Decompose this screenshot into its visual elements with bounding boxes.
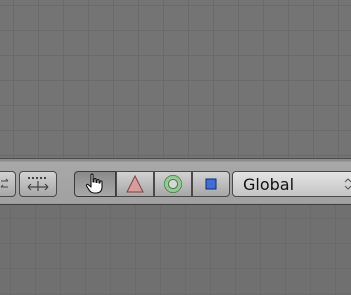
viewport-header: Global: [0, 158, 351, 205]
scale-manipulator-button[interactable]: [192, 171, 230, 197]
chevron-updown-icon: [344, 178, 351, 190]
transform-orientation-select[interactable]: Global: [232, 171, 351, 197]
translate-manipulator-button[interactable]: [116, 171, 154, 197]
3d-viewport-top[interactable]: [0, 0, 351, 158]
rotate-manipulator-button[interactable]: [154, 171, 192, 197]
ring-icon: [164, 175, 182, 193]
square-icon: [205, 178, 217, 190]
snap-icon: [0, 178, 9, 188]
hand-pointer-icon: [85, 173, 103, 194]
hand-manipulator-button[interactable]: [74, 171, 116, 197]
manipulator-toggle-button[interactable]: [19, 171, 57, 197]
snap-toggle-button[interactable]: [0, 171, 16, 197]
triangle-icon: [126, 174, 144, 193]
manipulator-arrows-icon: [27, 177, 49, 191]
orientation-value: Global: [243, 175, 295, 194]
3d-viewport-bottom[interactable]: [0, 205, 351, 295]
